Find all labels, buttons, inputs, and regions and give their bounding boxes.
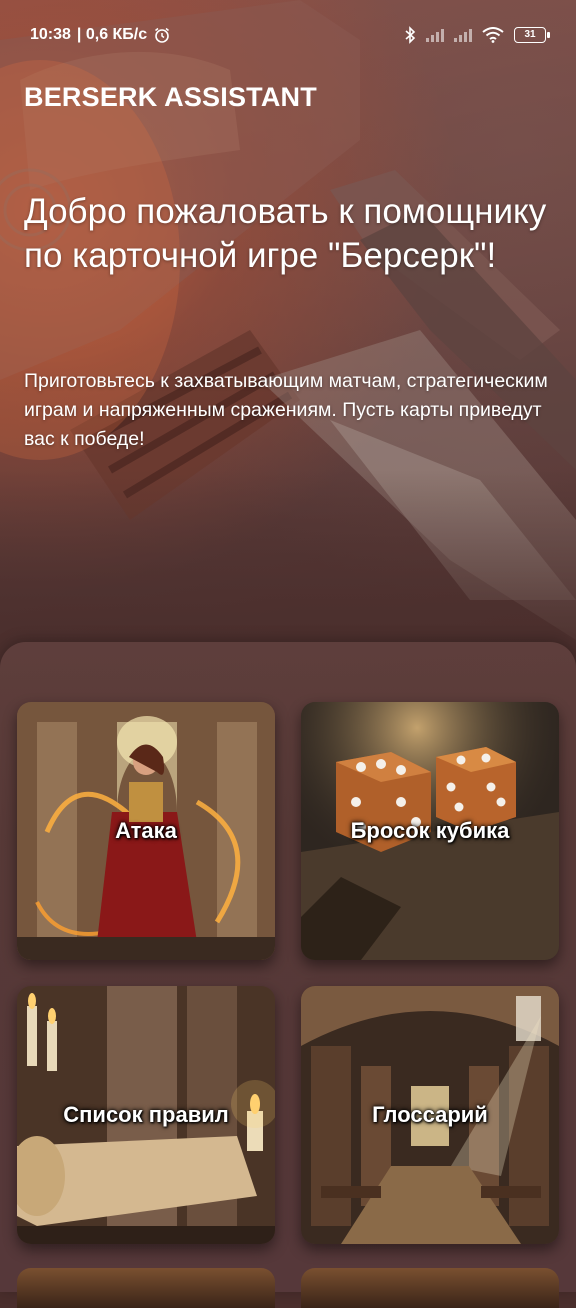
- signal-icon: [454, 28, 472, 42]
- attack-card[interactable]: Атака: [17, 702, 275, 960]
- status-time: 10:38: [30, 26, 71, 43]
- glossary-card[interactable]: Глоссарий: [301, 986, 559, 1244]
- welcome-subtitle: Приготовьтесь к захватывающим матчам, ст…: [24, 370, 548, 450]
- app-title: BERSERK ASSISTANT: [24, 82, 317, 112]
- bluetooth-icon: [405, 26, 416, 44]
- network-speed: | 0,6 КБ/с: [76, 26, 148, 43]
- dice-roll-card[interactable]: Бросок кубика: [301, 702, 559, 960]
- signal-icon: [426, 28, 444, 42]
- next-card-partial[interactable]: [301, 1268, 559, 1308]
- battery-icon: 31: [514, 27, 550, 43]
- alarm-icon: [155, 27, 170, 43]
- dice-roll-card-label: Бросок кубика: [350, 818, 510, 843]
- status-bar: 10:38 | 0,6 КБ/с 31: [0, 0, 576, 70]
- attack-card-label: Атака: [115, 818, 177, 843]
- wifi-icon: [482, 27, 504, 43]
- welcome-title: Добро пожаловать к помощнику по карточно…: [24, 192, 547, 275]
- rules-list-card-label: Список правил: [63, 1102, 229, 1127]
- rules-list-card[interactable]: Список правил: [17, 986, 275, 1244]
- next-card-partial[interactable]: [17, 1268, 275, 1308]
- glossary-card-label: Глоссарий: [372, 1102, 488, 1127]
